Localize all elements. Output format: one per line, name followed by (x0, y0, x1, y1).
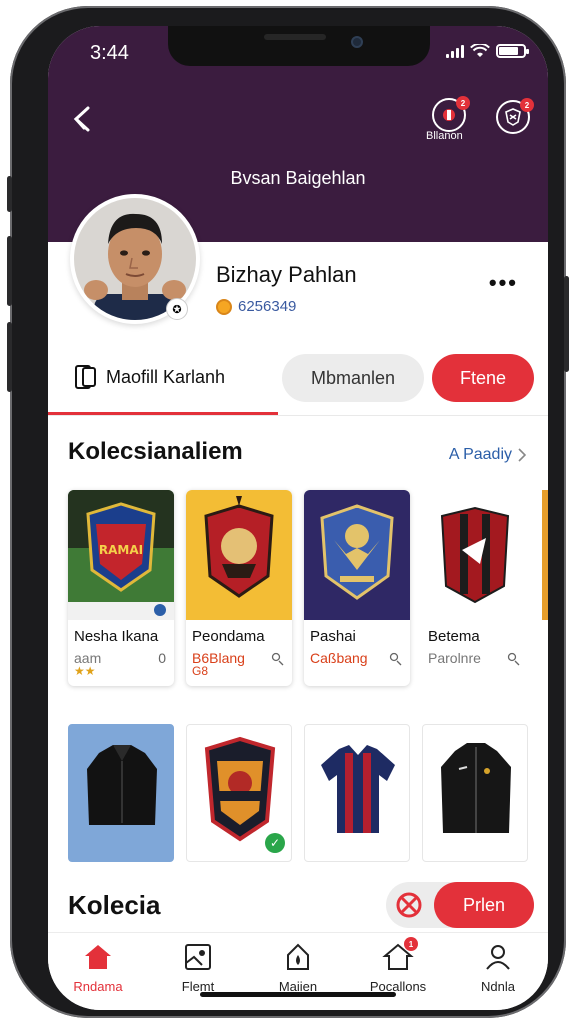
profile-id: 6256349 (216, 298, 296, 315)
collection-card[interactable]: Pashai Caßbang (304, 490, 410, 686)
club-crest-icon[interactable]: 2 (496, 98, 534, 134)
volume-up-button (7, 236, 12, 306)
chevron-right-icon (518, 448, 526, 462)
jacket-image (441, 743, 511, 833)
see-all-link[interactable]: A Paadiy (449, 446, 526, 464)
notch (168, 26, 430, 66)
card-stars: G8 (192, 664, 209, 678)
nav-home[interactable]: Rndama (48, 933, 148, 1010)
home-indicator[interactable] (200, 992, 396, 997)
secondary-section-title: Kolecia (68, 890, 161, 920)
card-subtitle: Caßbang (310, 650, 368, 666)
header-title: Bvsan Baigehlan (230, 168, 366, 188)
card-artwork (422, 490, 528, 620)
wifi-icon (470, 44, 490, 57)
back-arrow-icon[interactable] (70, 104, 100, 134)
toggle-active-option[interactable]: Prlen (434, 882, 534, 928)
card-name: Pashai (310, 628, 356, 645)
frame-icon (185, 944, 211, 970)
tab-bar: Maofill Karlanh Mbmanlen Ftene (48, 350, 548, 416)
card-meta: 0 (158, 650, 166, 666)
header-icon-caption: Bllanon (426, 130, 463, 142)
card-name: Peondama (192, 628, 265, 645)
power-button (564, 276, 569, 372)
jacket-image (87, 745, 157, 825)
coin-icon (216, 298, 232, 315)
tab-collection-label: Maofill Karlanh (106, 366, 226, 387)
notification-badge: 2 (520, 98, 534, 112)
verified-badge-icon: ✪ (166, 298, 188, 320)
phone-frame: 3:44 2 Bllanon 2 Bvsan Baigehlan ✪ Bizha… (7, 6, 569, 1018)
card-artwork (186, 490, 292, 620)
camera (351, 36, 363, 48)
jersey-image (321, 745, 395, 833)
nav-bag[interactable]: Maiien (248, 933, 348, 1010)
view-toggle[interactable]: Prlen (386, 882, 534, 928)
bag-icon (287, 943, 309, 970)
tab-members[interactable]: Mbmanlen (282, 354, 424, 402)
section-title: Kolecsianaliem (68, 438, 243, 465)
active-tab-indicator (48, 412, 278, 415)
user-icon (507, 652, 520, 666)
status-time: 3:44 (90, 42, 129, 64)
profile-name: Bizhay Pahlan (216, 262, 357, 287)
profile-id-value: 6256349 (238, 298, 297, 315)
jacket-tile[interactable] (422, 724, 528, 862)
collection-card[interactable]: Betema Parolnre (422, 490, 528, 686)
signal-icon (446, 44, 464, 58)
nav-home-label: Rndama (73, 979, 123, 994)
speaker (264, 34, 326, 40)
user-icon (389, 652, 402, 666)
crest-tile[interactable]: ✓ (186, 724, 292, 862)
jacket-tile[interactable] (68, 724, 174, 862)
bottom-nav: Rndama Flemt Maiien 1 Pocallons Ndnla (48, 932, 548, 1010)
nav-profile[interactable]: Ndnla (448, 933, 548, 1010)
cards-icon (75, 365, 96, 389)
trophy-icon[interactable]: 2 (432, 96, 470, 132)
jersey-tile[interactable] (304, 724, 410, 862)
crest-text: RAMAI (99, 543, 143, 557)
collection-card[interactable]: RAMAI Nesha Ikana aam 0 ★★ (68, 490, 174, 686)
collection-card[interactable]: Peondama B6Blang G8 (186, 490, 292, 686)
card-name: Betema (428, 628, 480, 645)
nav-notifications[interactable]: 1 Pocallons (348, 933, 448, 1010)
card-artwork: RAMAI (68, 490, 174, 620)
see-all-label: A Paadiy (448, 446, 512, 463)
mute-switch (7, 176, 12, 212)
more-icon[interactable]: ••• (489, 270, 518, 296)
card-subtitle: Parolnre (428, 650, 481, 666)
battery-icon (496, 44, 529, 58)
card-peek (542, 490, 548, 620)
status-icons (446, 44, 529, 58)
notification-badge: 2 (456, 96, 470, 110)
check-icon: ✓ (265, 833, 285, 853)
volume-down-button (7, 322, 12, 392)
home-icon (85, 945, 111, 969)
nav-profile-label: Ndnla (481, 979, 515, 994)
card-name: Nesha Ikana (74, 628, 159, 645)
user-icon (271, 652, 284, 666)
tab-friends[interactable]: Ftene (432, 354, 534, 402)
card-artwork (304, 490, 410, 620)
card-stars: ★★ (74, 664, 96, 678)
screen: 3:44 2 Bllanon 2 Bvsan Baigehlan ✪ Bizha… (48, 26, 548, 1010)
user-icon (486, 945, 510, 970)
tab-collection[interactable]: Maofill Karlanh (74, 364, 225, 390)
nav-badge: 1 (404, 937, 418, 951)
shield-icon (396, 892, 422, 918)
nav-frame[interactable]: Flemt (148, 933, 248, 1010)
